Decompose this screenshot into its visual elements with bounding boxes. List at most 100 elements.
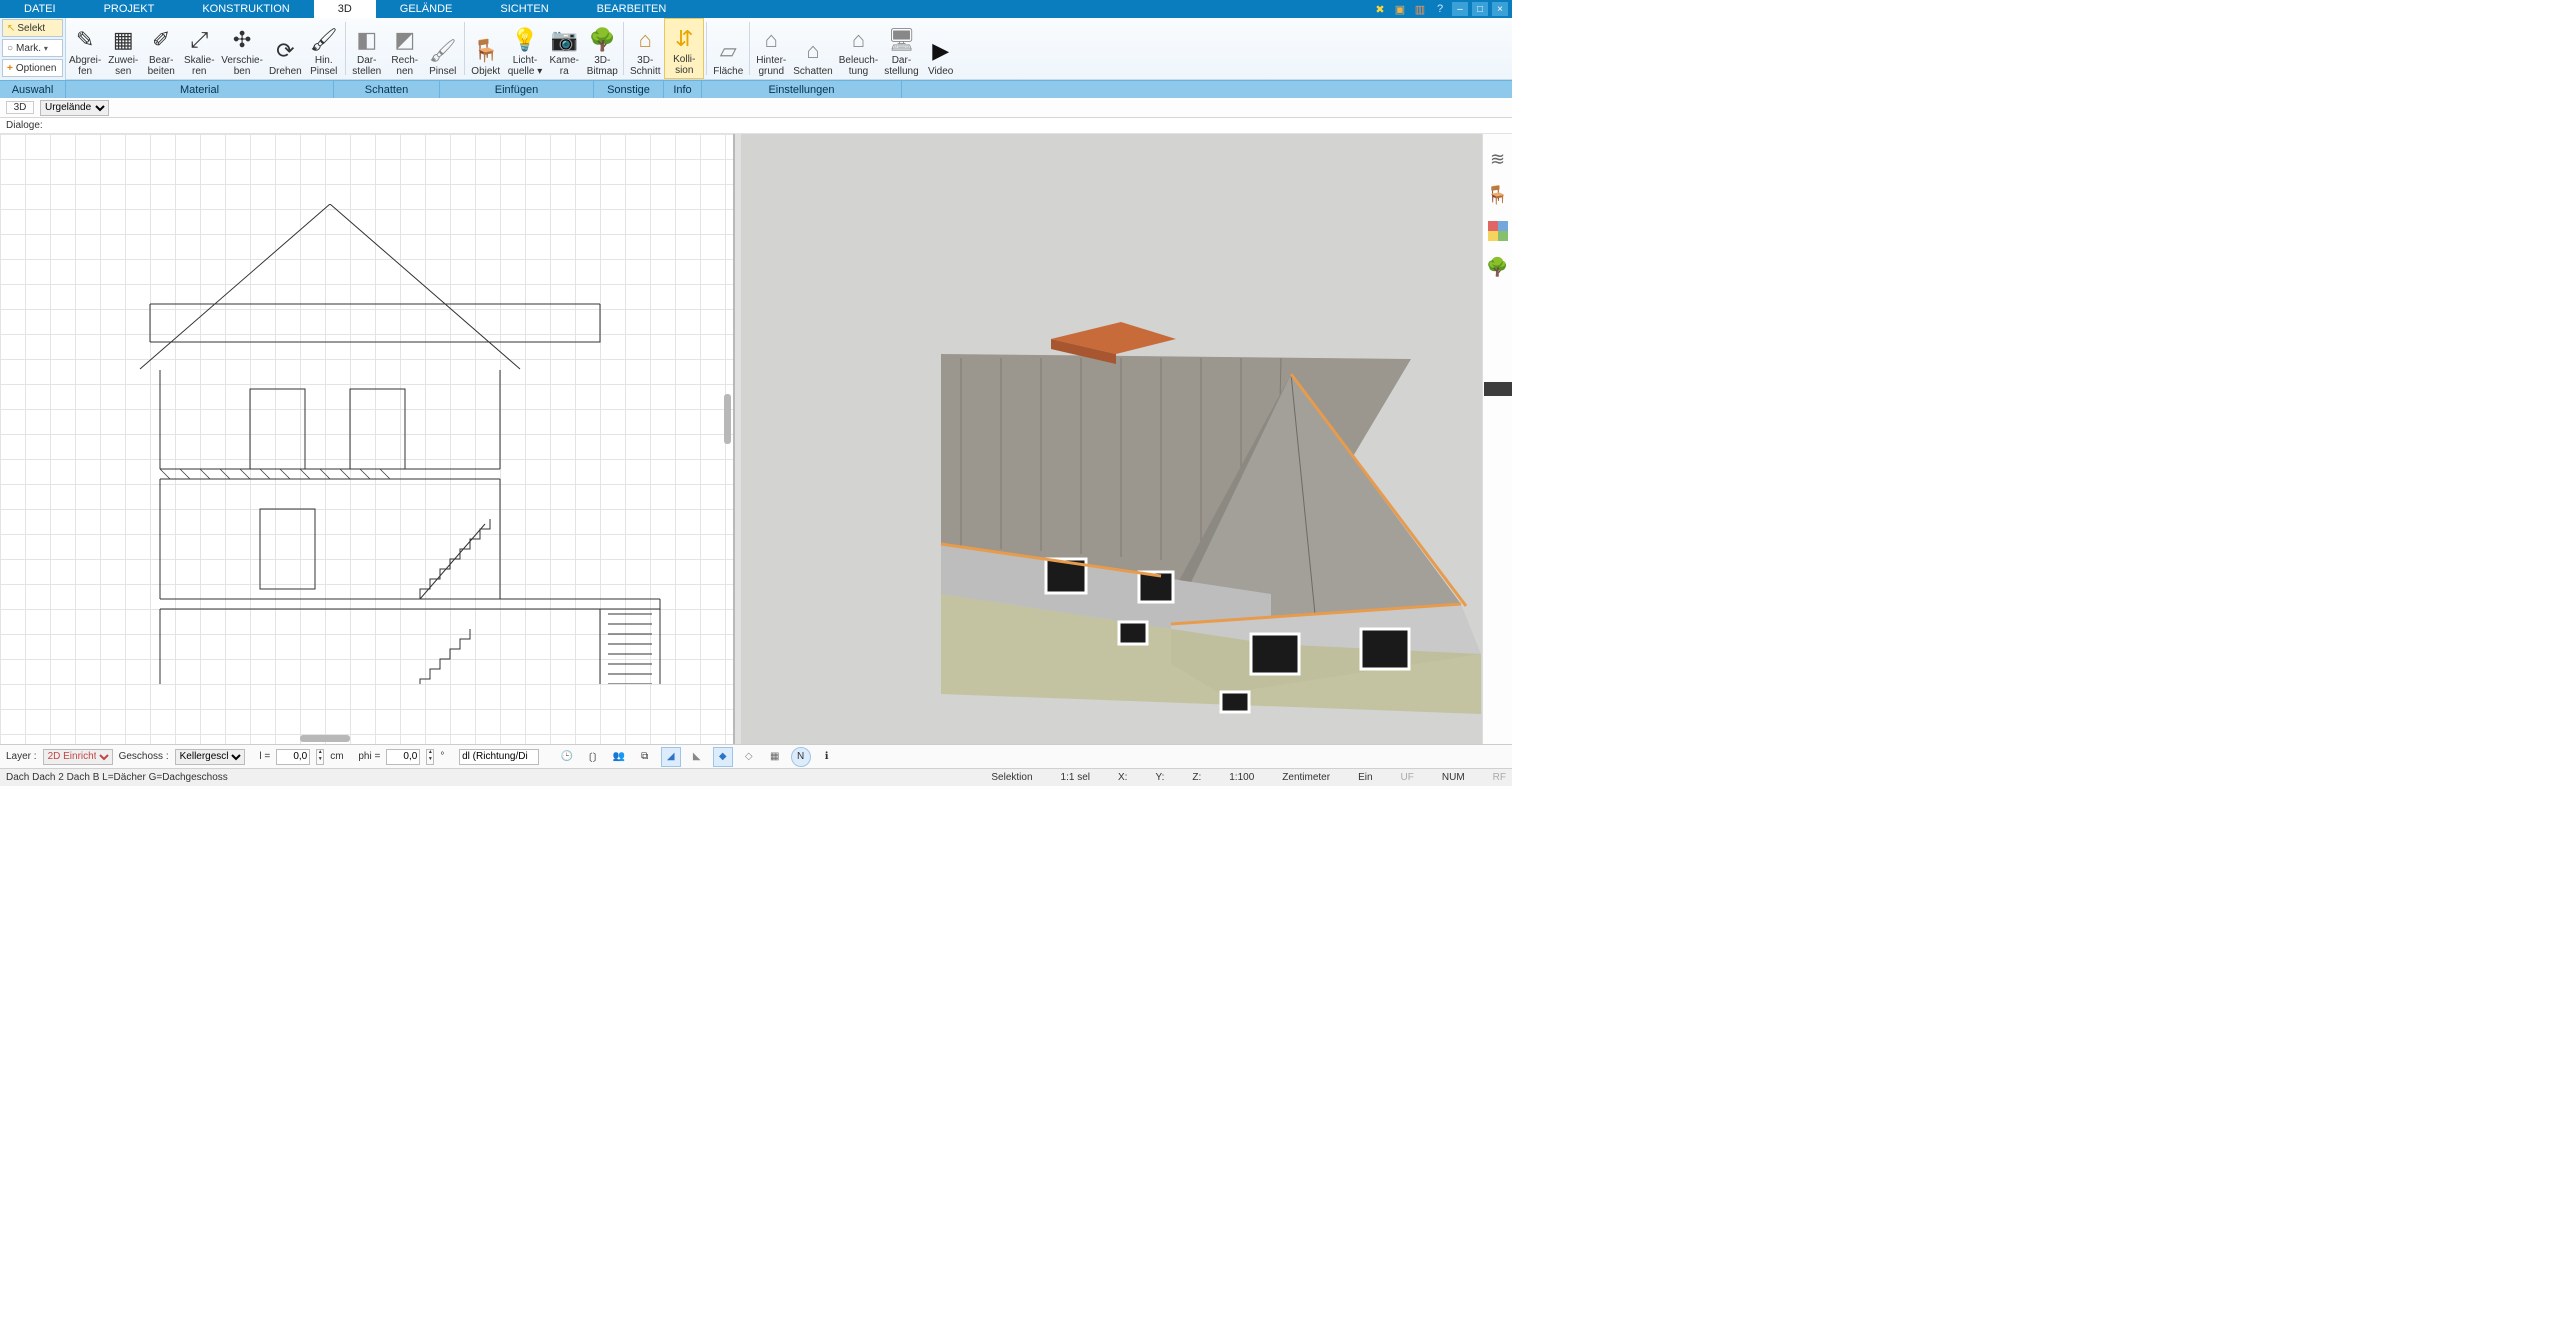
copy-icon[interactable]: ⧉ bbox=[635, 747, 655, 767]
lightbulb-icon: 💡 bbox=[509, 26, 541, 54]
status-y: Y: bbox=[1155, 772, 1164, 783]
kamera-button[interactable]: 📷Kame-ra bbox=[545, 18, 583, 79]
grid-icon[interactable]: ▦ bbox=[765, 747, 785, 767]
group-material: Material bbox=[66, 81, 334, 98]
brush-icon: 🖌 bbox=[427, 37, 459, 65]
status-bar: Dach Dach 2 Dach B L=Dächer G=Dachgescho… bbox=[0, 768, 1512, 786]
menu-gelaende[interactable]: GELÄNDE bbox=[376, 0, 477, 18]
menu-sichten[interactable]: SICHTEN bbox=[476, 0, 572, 18]
vertical-scrollbar[interactable] bbox=[724, 394, 731, 444]
terrain-select[interactable]: Urgelände bbox=[40, 100, 109, 116]
house-shadow-icon: ⌂ bbox=[797, 37, 829, 65]
menu-datei[interactable]: DATEI bbox=[0, 0, 80, 18]
video-button[interactable]: ▶Video bbox=[922, 18, 960, 79]
maximize-button[interactable]: □ bbox=[1472, 2, 1488, 16]
play-icon: ▶ bbox=[925, 37, 957, 65]
optionen-button[interactable]: +Optionen bbox=[2, 59, 63, 77]
move-icon: ✣ bbox=[226, 26, 258, 54]
menu-projekt[interactable]: PROJEKT bbox=[80, 0, 179, 18]
snap-int-icon[interactable]: ◆ bbox=[713, 747, 733, 767]
hintergrund-button[interactable]: ⌂Hinter-grund bbox=[752, 18, 790, 79]
minimize-button[interactable]: – bbox=[1452, 2, 1468, 16]
mark-button[interactable]: ○Mark. ▾ bbox=[2, 39, 63, 57]
bottom-toolbar: Layer : 2D Einrichtu Geschoss : Kellerge… bbox=[0, 744, 1512, 768]
layer-select[interactable]: 2D Einrichtu bbox=[43, 749, 113, 765]
menu-konstruktion[interactable]: KONSTRUKTION bbox=[178, 0, 313, 18]
snap-endpoint-icon[interactable]: ◢ bbox=[661, 747, 681, 767]
menu-bearbeiten[interactable]: BEARBEITEN bbox=[573, 0, 691, 18]
help-icon[interactable]: ? bbox=[1432, 2, 1448, 16]
ribbon-group-labels: Auswahl Material Schatten Einfügen Sonst… bbox=[0, 80, 1512, 98]
darstellen-button[interactable]: ◧Dar-stellen bbox=[348, 18, 386, 79]
color-palette-icon[interactable] bbox=[1487, 220, 1509, 242]
status-z: Z: bbox=[1192, 772, 1201, 783]
horizontal-scrollbar[interactable] bbox=[300, 735, 350, 742]
selekt-button[interactable]: ↖Selekt bbox=[2, 19, 63, 37]
phi-spinner[interactable]: ▲▼ bbox=[426, 749, 434, 765]
abgreifen-button[interactable]: ✎Abgrei-fen bbox=[66, 18, 104, 79]
people-icon[interactable]: 👥 bbox=[609, 747, 629, 767]
scale-icon: ⤢ bbox=[183, 26, 215, 54]
north-icon[interactable]: N bbox=[791, 747, 811, 767]
kollision-button[interactable]: ⇵Kolli-sion bbox=[664, 18, 704, 79]
l-label: l = bbox=[259, 751, 270, 762]
furniture-icon[interactable]: 🪑 bbox=[1487, 184, 1509, 206]
status-num: NUM bbox=[1442, 772, 1465, 783]
tools-icon[interactable]: ✖ bbox=[1372, 2, 1388, 16]
3dschnitt-button[interactable]: ⌂3D-Schnitt bbox=[626, 18, 664, 79]
ribbon-toolbar: ✎Abgrei-fen ▦Zuwei-sen ✐Bear-beiten ⤢Ska… bbox=[66, 18, 1512, 80]
schatten-button[interactable]: ⌂Schatten bbox=[790, 18, 835, 79]
status-unit: Zentimeter bbox=[1282, 772, 1330, 783]
objekt-button[interactable]: 🪑Objekt bbox=[467, 18, 505, 79]
3d-perspective-view[interactable] bbox=[741, 134, 1482, 744]
clock-icon[interactable]: 🕒 bbox=[557, 747, 577, 767]
zuweisen-button[interactable]: ▦Zuwei-sen bbox=[104, 18, 142, 79]
tree-icon: 🌳 bbox=[586, 26, 618, 54]
status-selektion: Selektion bbox=[991, 772, 1032, 783]
phi-input[interactable] bbox=[386, 749, 420, 765]
chair-icon: 🪑 bbox=[470, 37, 502, 65]
snap-perp-icon[interactable]: ◇ bbox=[739, 747, 759, 767]
pinsel-button[interactable]: 🖌Pinsel bbox=[424, 18, 462, 79]
2d-house-drawing bbox=[130, 204, 670, 684]
flaeche-button[interactable]: ▱Fläche bbox=[709, 18, 747, 79]
2d-section-view[interactable] bbox=[0, 134, 735, 744]
status-ein: Ein bbox=[1358, 772, 1372, 783]
rechnen-button[interactable]: ◩Rech-nen bbox=[386, 18, 424, 79]
main-menu: DATEI PROJEKT KONSTRUKTION 3D GELÄNDE SI… bbox=[0, 0, 1512, 18]
collision-icon: ⇵ bbox=[668, 25, 700, 53]
status-object-path: Dach Dach 2 Dach B L=Dächer G=Dachgescho… bbox=[6, 772, 228, 783]
darstellung-button[interactable]: 🖥Dar-stellung bbox=[881, 18, 921, 79]
l-input[interactable] bbox=[276, 749, 310, 765]
panel-collapse-tab[interactable] bbox=[1484, 382, 1512, 396]
drehen-button[interactable]: ⟳Drehen bbox=[266, 18, 305, 79]
l-spinner[interactable]: ▲▼ bbox=[316, 749, 324, 765]
group-schatten: Schatten bbox=[334, 81, 440, 98]
bearbeiten-button[interactable]: ✐Bear-beiten bbox=[142, 18, 180, 79]
dl-input[interactable] bbox=[459, 749, 539, 765]
info-icon[interactable]: ℹ bbox=[817, 747, 837, 767]
snap-mid-icon[interactable]: ◣ bbox=[687, 747, 707, 767]
l-unit: cm bbox=[330, 751, 343, 762]
dialoge-bar: Dialoge: bbox=[0, 118, 1512, 134]
hinpinsel-button[interactable]: 🖌Hin.Pinsel bbox=[305, 18, 343, 79]
menu-3d[interactable]: 3D bbox=[314, 0, 376, 18]
section-icon: ⌂ bbox=[629, 26, 661, 54]
bracket-icon[interactable]: 〔〕 bbox=[583, 747, 603, 767]
view-selector-bar: 3D Urgelände bbox=[0, 98, 1512, 118]
geschoss-select[interactable]: Kellergesch bbox=[175, 749, 245, 765]
verschieben-button[interactable]: ✣Verschie-ben bbox=[218, 18, 266, 79]
skalieren-button[interactable]: ⤢Skalie-ren bbox=[180, 18, 218, 79]
window-icon-2[interactable]: ▥ bbox=[1412, 2, 1428, 16]
close-button[interactable]: × bbox=[1492, 2, 1508, 16]
window-icon-1[interactable]: ▣ bbox=[1392, 2, 1408, 16]
phi-unit: ° bbox=[440, 751, 444, 762]
tree-catalog-icon[interactable]: 🌳 bbox=[1487, 256, 1509, 278]
assign-icon: ▦ bbox=[107, 26, 139, 54]
lichtquelle-button[interactable]: 💡Licht-quelle ▾ bbox=[505, 18, 546, 79]
status-rf: RF bbox=[1493, 772, 1506, 783]
3dbitmap-button[interactable]: 🌳3D-Bitmap bbox=[583, 18, 621, 79]
beleuchtung-button[interactable]: ⌂Beleuch-tung bbox=[836, 18, 881, 79]
brush-back-icon: 🖌 bbox=[308, 26, 340, 54]
layers-icon[interactable]: ≋ bbox=[1487, 148, 1509, 170]
